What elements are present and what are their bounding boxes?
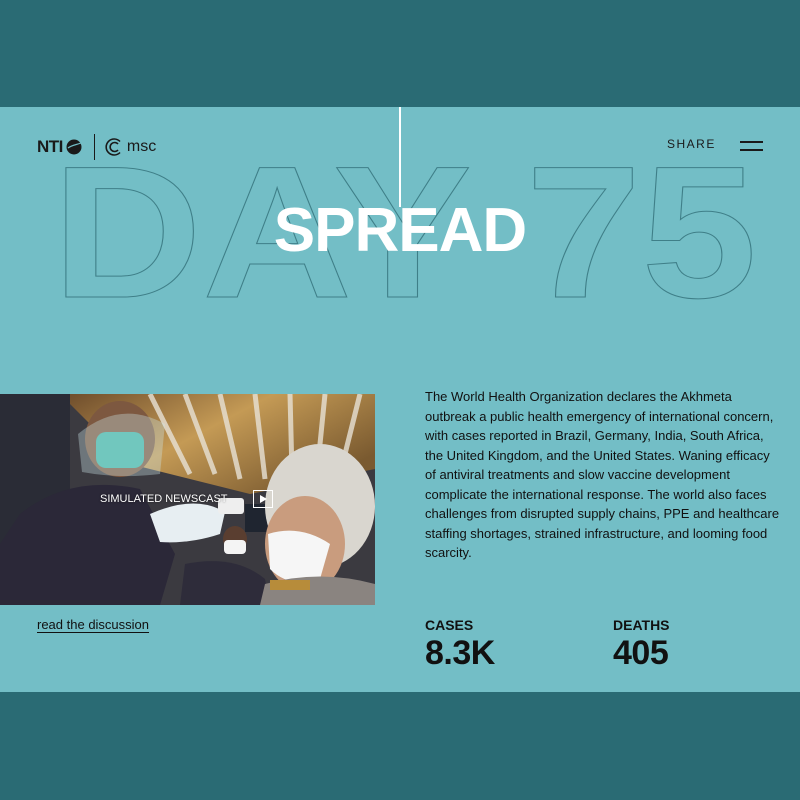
- nti-logo-text: NTI: [37, 137, 63, 156]
- deaths-value: 405: [613, 634, 669, 672]
- cases-value: 8.3K: [425, 634, 495, 672]
- event-description: The World Health Organization declares t…: [425, 389, 780, 560]
- nti-globe-icon: [66, 139, 82, 155]
- video-label: SIMULATED NEWSCAST: [100, 493, 228, 505]
- read-discussion-link[interactable]: read the discussion: [37, 617, 149, 632]
- play-icon[interactable]: [253, 490, 273, 508]
- logo-group[interactable]: NTI msc: [37, 134, 156, 160]
- hamburger-menu-icon[interactable]: [740, 140, 763, 152]
- msc-logo-text: msc: [126, 138, 157, 155]
- share-button[interactable]: SHARE: [667, 137, 716, 151]
- top-band: [0, 0, 800, 107]
- msc-circle-icon: [105, 138, 121, 156]
- cases-label: CASES: [425, 617, 474, 633]
- msc-logo: msc: [105, 137, 156, 157]
- content-panel: NTI msc SHARE DAY 75 SPREAD SIMULATED NE…: [0, 107, 800, 692]
- video-thumbnail[interactable]: SIMULATED NEWSCAST: [0, 394, 375, 605]
- page-title: SPREAD: [273, 196, 527, 265]
- bottom-band: [0, 692, 800, 800]
- deaths-label: DEATHS: [613, 617, 670, 633]
